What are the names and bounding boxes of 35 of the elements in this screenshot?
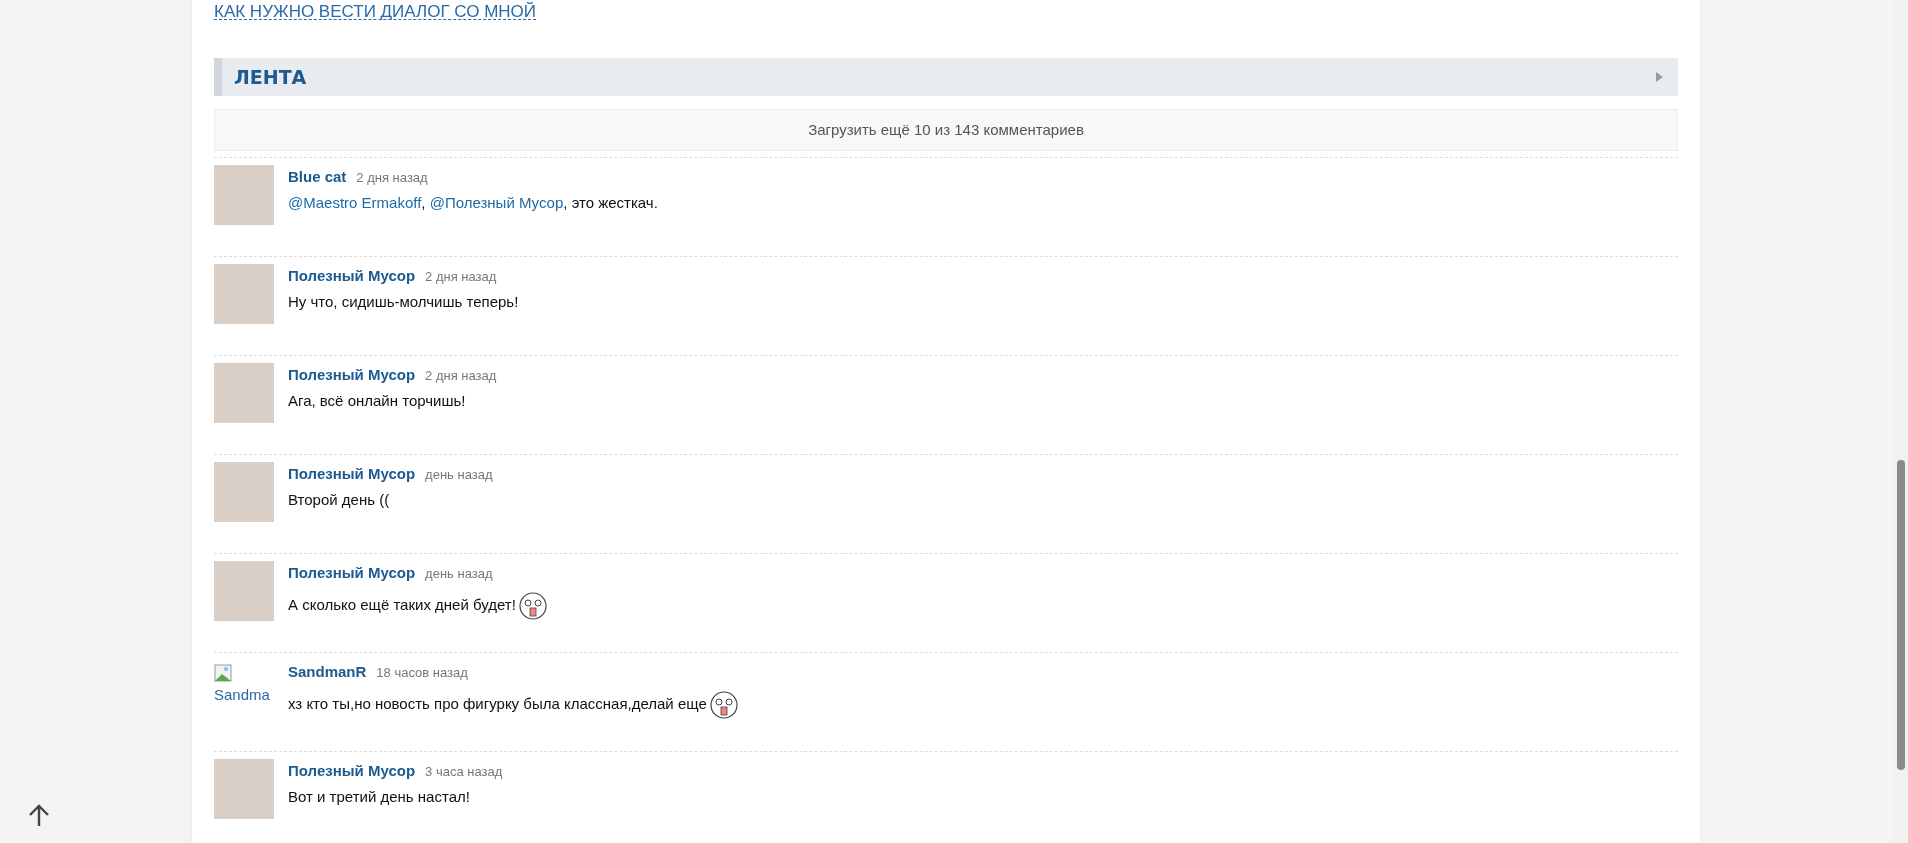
- avatar-image: [214, 462, 274, 522]
- mention-link[interactable]: @Maestro Ermakoff: [288, 194, 422, 211]
- avatar-image: [214, 264, 274, 324]
- comment-text: Второй день ((: [288, 490, 390, 510]
- comment-time: 2 дня назад: [425, 269, 497, 284]
- avatar-image: [214, 363, 274, 423]
- author-link[interactable]: Blue cat: [288, 168, 347, 185]
- comment-text: Вот и третий день настал!: [288, 787, 470, 807]
- avatar-image: [214, 759, 274, 819]
- comment-text: @Maestro Ermakoff, @Полезный Мусор, это жесткач.: [288, 193, 658, 213]
- author-link[interactable]: Полезный Мусор: [288, 564, 416, 581]
- author-link[interactable]: Полезный Мусор: [288, 267, 416, 284]
- caret-right-icon: [1654, 71, 1664, 83]
- comment-time: 18 часов назад: [376, 665, 468, 680]
- broken-image-icon: [214, 663, 232, 682]
- comment-text: хз кто ты,но новость про фигурку была классная,делай еще: [288, 693, 707, 714]
- comment-time: 3 часа назад: [425, 764, 503, 779]
- comment-time: день назад: [425, 566, 493, 581]
- avatar-image: [214, 561, 274, 621]
- comment-time: 2 дня назад: [425, 368, 497, 383]
- section-header[interactable]: ЛЕНТА: [214, 58, 1678, 96]
- author-link[interactable]: Полезный Мусор: [288, 465, 416, 482]
- author-link[interactable]: Полезный Мусор: [288, 366, 416, 383]
- load-more-button[interactable]: Загрузить ещё 10 из 143 комментариев: [214, 109, 1678, 151]
- author-link[interactable]: SandmanR: [288, 663, 367, 680]
- avatar-image: [214, 165, 274, 225]
- section-title: ЛЕНТА: [234, 64, 307, 90]
- comment-time: 2 дня назад: [356, 170, 428, 185]
- comment-time: день назад: [425, 467, 493, 482]
- comment-text: А сколько ещё таких дней будет!: [288, 594, 516, 615]
- author-link[interactable]: Полезный Мусор: [288, 762, 416, 779]
- avatar-alt-text: Sandma: [214, 685, 271, 705]
- comment-text: Ну что, сидишь-молчишь теперь!: [288, 292, 519, 312]
- comment-text: Ага, всё онлайн торчишь!: [288, 391, 466, 411]
- arrow-up-icon[interactable]: [28, 804, 50, 828]
